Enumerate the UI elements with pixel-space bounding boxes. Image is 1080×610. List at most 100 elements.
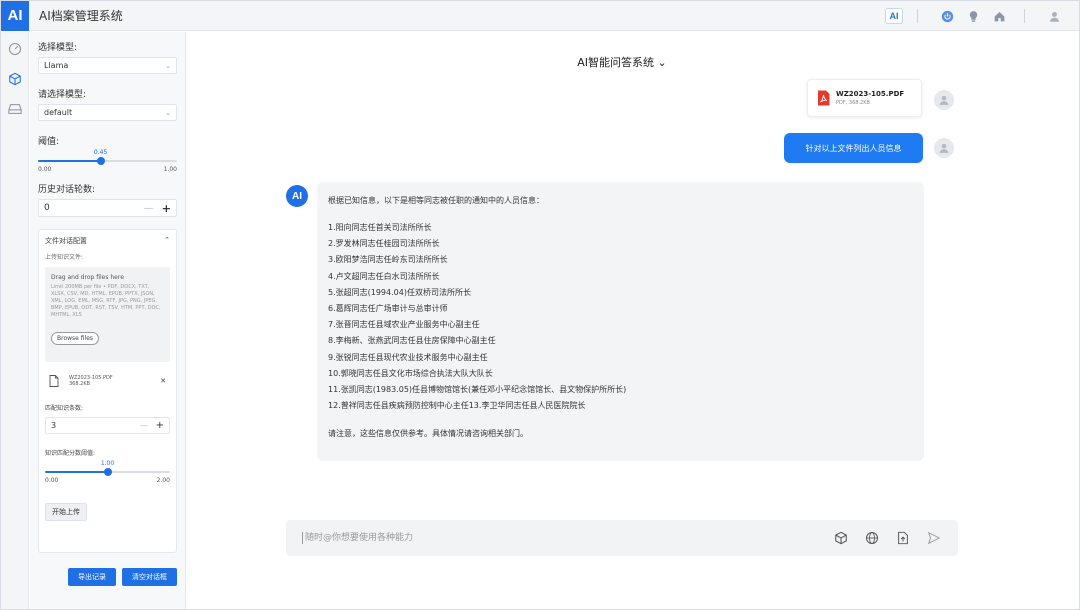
pdf-icon — [818, 90, 830, 106]
model-select-value: Llama — [44, 61, 69, 70]
slider-value: 1.00 — [100, 460, 115, 467]
minus-button[interactable]: — — [144, 203, 154, 214]
config-header-label: 文件对话配置 — [45, 237, 87, 245]
remove-file-button[interactable]: ✕ — [160, 377, 166, 385]
slider-min: 0.00 — [38, 166, 52, 173]
slider-max: 2.00 — [156, 477, 170, 484]
ai-note: 请注意，这些信息仅供参考。具体情况请咨询相关部门。 — [328, 429, 528, 439]
dropzone-desc: Limit 200MB per file • PDF, DOCX, TXT, X… — [51, 284, 161, 318]
attachment-info: WZ2023-105.PDF PDF, 368.2KB — [836, 90, 904, 106]
list-item: 7.张晋同志任县域农业产业服务中心副主任 — [328, 320, 480, 330]
chat-title-dropdown[interactable]: AI智能问答系统 ⌄ — [187, 54, 1057, 70]
app-title: AI档案管理系统 — [39, 9, 123, 23]
model-select[interactable]: Llama ⌄ — [38, 57, 177, 74]
cube-icon[interactable] — [833, 530, 849, 546]
settings-panel: 选择模型: Llama ⌄ 请选择模型: default ⌄ 阈值: 0.45 … — [30, 32, 186, 609]
history-label: 历史对话轮数: — [38, 185, 96, 195]
list-item: 2.罗发林同志任桂园司法所所长 — [328, 239, 440, 249]
slider-value: 0.45 — [93, 149, 108, 156]
slider-max: 1.00 — [163, 166, 177, 173]
top-actions: AI — [885, 1, 1065, 31]
ai-message: 根据已知信息，以下是相等同志被任职的通知中的人员信息： 1.阳向同志任首关司法所… — [317, 182, 924, 461]
slider-thumb[interactable] — [96, 157, 105, 165]
user-avatar — [934, 138, 954, 158]
slider-fill — [38, 160, 101, 162]
file-dropzone[interactable]: Drag and drop files here Limit 200MB per… — [45, 267, 170, 362]
chevron-down-icon: ⌄ — [165, 108, 171, 117]
file-chat-config: 文件对话配置 ⌃ 上传知识文件: Drag and drop files her… — [38, 229, 177, 553]
attachment-meta: PDF, 368.2KB — [836, 100, 870, 106]
chat-input[interactable]: 随时@你想要使用各种能力 — [302, 532, 818, 544]
minus-button[interactable]: — — [140, 421, 149, 431]
list-item: 8.李梅新、张燕武同志任县住房保障中心副主任 — [328, 336, 496, 346]
embed-model-label: 请选择模型: — [38, 90, 87, 100]
chat-input-bar[interactable]: 随时@你想要使用各种能力 — [286, 520, 958, 556]
power-icon[interactable] — [936, 5, 958, 27]
user-icon[interactable] — [1043, 5, 1065, 27]
app-logo: AI — [1, 0, 29, 31]
send-icon[interactable] — [926, 530, 942, 546]
top-bar: AI AI档案管理系统 AI — [1, 0, 1079, 31]
top-divider — [917, 9, 918, 23]
slider-fill — [45, 471, 108, 473]
embed-model-select-value: default — [44, 108, 73, 117]
gauge-icon[interactable] — [1, 36, 29, 62]
config-header[interactable]: 文件对话配置 ⌃ — [45, 236, 170, 246]
nav-rail — [1, 32, 29, 609]
match-count-stepper[interactable]: 3 — + — [45, 417, 170, 434]
dropzone-title: Drag and drop files here — [51, 274, 124, 281]
user-message: 针对以上文件列出人员信息 — [784, 133, 923, 163]
list-item: 3.欧阳梦浩同志任岭东司法所所长 — [328, 255, 448, 265]
model-label: 选择模型: — [38, 43, 78, 53]
list-item: 6.葛辉同志任广场审计与总审计师 — [328, 303, 448, 313]
uploaded-file: WZ2023-105.PDF 368.2KB ✕ — [45, 373, 170, 389]
ai-intro: 根据已知信息，以下是相等同志被任职的通知中的人员信息： — [328, 196, 544, 205]
panel-actions: 导出记录 清空对话框 — [68, 568, 177, 586]
globe-icon[interactable] — [864, 530, 880, 546]
plus-button[interactable]: + — [162, 202, 171, 215]
score-threshold-label: 知识匹配分数阈值: — [45, 450, 96, 457]
user-avatar — [934, 90, 954, 110]
chevron-down-icon: ⌄ — [165, 61, 171, 70]
ai-chip-button[interactable]: AI — [885, 8, 903, 24]
chevron-down-icon: ⌄ — [657, 56, 667, 69]
threshold-slider[interactable]: 0.45 0.00 1.00 — [38, 149, 177, 175]
drive-icon[interactable] — [1, 96, 29, 122]
list-item: 4.卢文超同志任白水司法所所长 — [328, 271, 440, 281]
history-value: 0 — [44, 203, 50, 213]
list-item: 5.张超同志(1994.04)任双桥司法所所长 — [328, 287, 471, 297]
match-count-value: 3 — [51, 421, 57, 430]
start-upload-button[interactable]: 开始上传 — [45, 503, 87, 521]
upload-label: 上传知识文件: — [45, 254, 84, 261]
list-item: 11.张凯同志(1983.05)任县博物馆馆长(兼任邓小平纪念馆馆长、县文物保护… — [328, 384, 627, 394]
bulb-icon[interactable] — [962, 5, 984, 27]
top-divider — [1024, 9, 1025, 23]
history-stepper[interactable]: 0 — + — [38, 199, 177, 217]
clear-chat-button[interactable]: 清空对话框 — [122, 568, 177, 586]
cube-icon[interactable] — [1, 66, 29, 92]
chat-area: AI智能问答系统 ⌄ WZ2023-105.PDF PDF, 368.2KB 针… — [187, 32, 1079, 609]
file-upload-icon[interactable] — [895, 530, 911, 546]
attachment-card[interactable]: WZ2023-105.PDF PDF, 368.2KB — [807, 79, 922, 117]
list-item: 9.张锐同志任县现代农业技术服务中心副主任 — [328, 352, 488, 362]
list-item: 1.阳向同志任首关司法所所长 — [328, 223, 432, 232]
chat-title: AI智能问答系统 — [577, 56, 655, 69]
file-icon — [49, 375, 59, 387]
chevron-up-icon[interactable]: ⌃ — [164, 236, 170, 246]
uploaded-file-info: WZ2023-105.PDF 368.2KB — [69, 375, 160, 387]
uploaded-file-size: 368.2KB — [69, 381, 91, 387]
app-window: AI AI档案管理系统 AI 选择模型: Llama ⌄ 请选择模型: defa… — [0, 0, 1080, 610]
home-icon[interactable] — [988, 5, 1010, 27]
embed-model-select[interactable]: default ⌄ — [38, 104, 177, 121]
browse-files-button[interactable]: Browse files — [51, 332, 100, 345]
attachment-name: WZ2023-105.PDF — [836, 90, 905, 98]
list-item: 12.曾祥同志任县疾病预防控制中心主任13.李卫华同志任县人民医院院长 — [328, 401, 586, 411]
export-records-button[interactable]: 导出记录 — [68, 568, 116, 586]
threshold-label: 阈值: — [38, 137, 60, 147]
plus-button[interactable]: + — [156, 420, 164, 431]
score-threshold-slider[interactable]: 1.00 0.00 2.00 — [45, 460, 170, 486]
ai-avatar: AI — [286, 185, 308, 207]
slider-thumb[interactable] — [103, 468, 112, 476]
list-item: 10.郭晓同志任县文化市场综合执法大队大队长 — [328, 368, 493, 378]
match-count-label: 匹配知识条数: — [45, 405, 84, 412]
